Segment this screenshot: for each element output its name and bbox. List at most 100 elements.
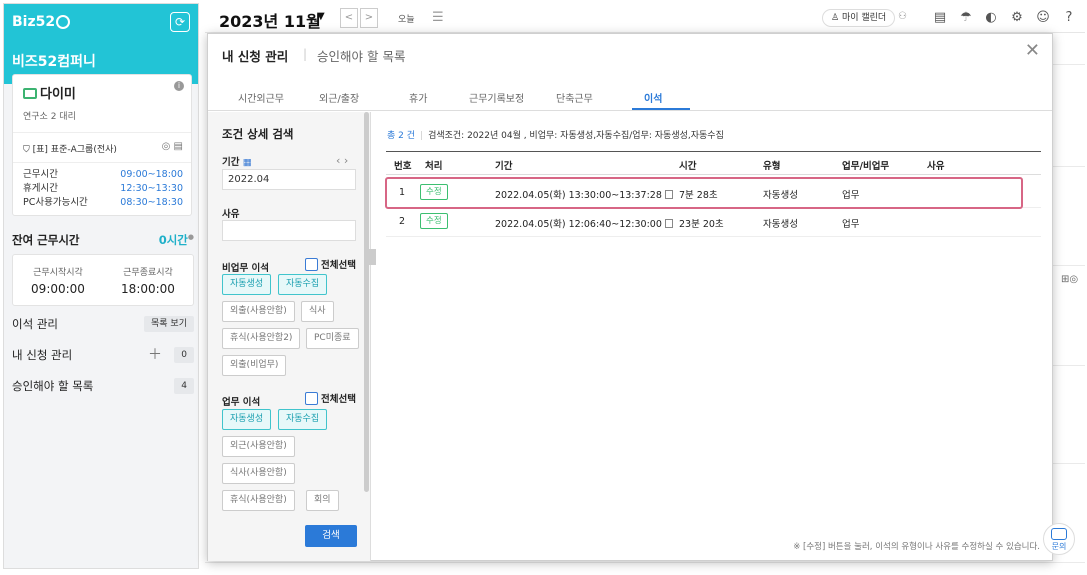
account-icon[interactable]: ☺ [1034, 9, 1052, 27]
row-time: 23분 20초 [679, 219, 724, 230]
user-name: 다이미 [40, 87, 76, 102]
edit-button[interactable]: 수정 [420, 213, 448, 229]
option-auto-created[interactable]: 자동생성 [222, 274, 272, 295]
table-header: 번호 처리 기간 시간 유형 업무/비업무 사유 [386, 151, 1041, 175]
today-button[interactable]: 오늘 [398, 12, 415, 25]
tab-outside-work[interactable]: 외근/출장 [319, 90, 359, 105]
prev-month-button[interactable]: < [340, 8, 358, 28]
checkbox[interactable] [305, 258, 318, 271]
calendar-toolbar: 2023년 11월 ▼ < > 오늘 ☰ ♙ 마이 캘린더 ⚇ ▤ ☂ ◐ ⚙ … [205, 3, 1085, 33]
checkbox[interactable] [305, 392, 318, 405]
tab-short-work[interactable]: 단축근무 [556, 90, 593, 105]
reason-input[interactable] [222, 220, 356, 241]
modal-title[interactable]: 내 신청 관리 [222, 46, 288, 65]
calendar-list-icon[interactable]: ▤ [931, 9, 949, 27]
filter-panel: 조건 상세 검색 기간 ▦ ‹ › 2022.04 사유 비업무 이석 전체선택… [208, 112, 371, 561]
tab-leave[interactable]: 이석 [644, 90, 662, 105]
option-auto-collected[interactable]: 자동수집 [278, 274, 328, 295]
company-name: 비즈52컴퍼니 [12, 54, 96, 70]
option-meeting[interactable]: 회의 [306, 490, 339, 511]
row-work-type: 업무 [842, 219, 860, 230]
gear-icon[interactable]: ⚙ [1008, 9, 1026, 27]
group-shield-icon: ⛉ [23, 145, 30, 155]
option-outing-non-work[interactable]: 외출(비업무) [222, 355, 287, 376]
search-conditions: 검색조건: 2022년 04월 , 비업무: 자동생성,자동수집/업무: 자동생… [428, 131, 724, 141]
end-time-label: 근무종료시각 [123, 268, 173, 278]
people-icon[interactable]: ⚇ [898, 11, 907, 22]
help-icon[interactable]: ? [1060, 9, 1078, 27]
user-card: 다이미 연구소 2 대리 i ⛉ [표] 표준-A그룹(전사) ◎ ▤ 근무시간… [12, 74, 192, 216]
app-logo[interactable]: Biz52 [12, 14, 71, 30]
search-button[interactable]: 검색 [305, 525, 357, 547]
month-title[interactable]: 2023년 11월 [219, 8, 321, 32]
option-pc-not-shutdown[interactable]: PC미종료 [306, 328, 359, 349]
option-auto-collected[interactable]: 자동수집 [278, 409, 328, 430]
work-select-all[interactable]: 전체선택 [305, 391, 356, 405]
search-summary: 총 2 건 | 검색조건: 2022년 04월 , 비업무: 자동생성,자동수집/업… [387, 131, 724, 141]
info-icon[interactable]: i [174, 81, 184, 91]
table-row[interactable]: 2 수정 2022.04.05(화) 12:06:40~12:30:00 23분… [386, 207, 1041, 237]
info-icon[interactable]: ● [188, 233, 194, 241]
option-meal[interactable]: 식사 [301, 301, 334, 322]
highlight-box [385, 177, 1023, 209]
sidebar: Biz52 ⟳ 비즈52컴퍼니 다이미 연구소 2 대리 i ⛉ [표] 표준-… [3, 3, 199, 569]
start-time-value: 09:00:00 [31, 282, 85, 296]
option-outing-unused[interactable]: 외출(사용안함) [222, 301, 295, 322]
add-icon[interactable]: ＋ [148, 345, 162, 365]
filter-title: 조건 상세 검색 [222, 127, 294, 141]
user-card-icon [23, 88, 37, 99]
row-type: 자동생성 [763, 219, 798, 230]
tab-vacation[interactable]: 휴가 [409, 90, 427, 105]
collapse-handle[interactable] [369, 249, 376, 265]
my-calendar-button[interactable]: ♙ 마이 캘린더 [822, 9, 896, 27]
col-time: 시간 [679, 161, 697, 172]
remaining-work-time: 잔여 근무시간 0시간● [12, 233, 194, 247]
period-nav[interactable]: ‹ › [336, 154, 348, 167]
panel-scrollbar[interactable] [364, 112, 369, 492]
calendar-icon: ▦ [242, 157, 252, 168]
option-outside-unused[interactable]: 외근(사용안함) [222, 436, 295, 457]
col-work-type: 업무/비업무 [842, 161, 890, 172]
approval-list-link[interactable]: 승인해야 할 목록 4 [12, 376, 194, 396]
leave-management-link[interactable]: 이석 관리 목록 보기 [12, 314, 194, 334]
my-request-link[interactable]: 내 신청 관리 ＋ 0 [12, 345, 194, 365]
approval-count: 4 [174, 378, 194, 394]
user-dept: 연구소 2 대리 [23, 112, 76, 122]
detail-icon[interactable] [664, 219, 673, 228]
tab-record-correction[interactable]: 근무기록보정 [469, 90, 524, 105]
col-no: 번호 [394, 161, 412, 172]
umbrella-icon[interactable]: ☂ [957, 9, 975, 27]
period-input[interactable]: 2022.04 [222, 169, 356, 190]
location-icon[interactable]: ◎ [162, 141, 171, 152]
request-modal: 내 신청 관리 | 승인해야 할 목록 ✕ 시간외근무 외근/출장 휴가 근무기… [207, 33, 1053, 561]
option-auto-created[interactable]: 자동생성 [222, 409, 272, 430]
tab-overtime[interactable]: 시간외근무 [238, 90, 284, 105]
active-tab-indicator [632, 108, 690, 110]
option-rest-unused2[interactable]: 휴식(사용안함2) [222, 328, 301, 349]
modal-title-secondary[interactable]: 승인해야 할 목록 [317, 46, 405, 65]
caret-down-icon[interactable]: ▼ [317, 11, 325, 22]
view-list-button[interactable]: 목록 보기 [144, 316, 194, 332]
end-time-value: 18:00:00 [121, 282, 175, 296]
expand-icon[interactable]: ⊞◎ [1061, 274, 1078, 285]
person-icon: ♙ [831, 13, 840, 23]
refresh-icon[interactable]: ⟳ [170, 12, 190, 32]
close-icon[interactable]: ✕ [1025, 40, 1040, 61]
next-month-button[interactable]: > [360, 8, 378, 28]
non-work-leave-label: 비업무 이석 [222, 263, 270, 274]
work-leave-label: 업무 이석 [222, 397, 261, 408]
tab-bar: 시간외근무 외근/출장 휴가 근무기록보정 단축근무 이석 [208, 86, 1052, 111]
chat-icon [1051, 528, 1067, 540]
title-divider: | [303, 47, 308, 61]
non-work-select-all[interactable]: 전체선택 [305, 257, 356, 271]
work-hours-row: 근무시간 09:00~18:00 [23, 169, 183, 180]
chart-icon[interactable]: ◐ [982, 9, 1000, 27]
document-icon[interactable]: ▤ [174, 141, 183, 152]
option-meal-unused[interactable]: 식사(사용안함) [222, 463, 295, 484]
remaining-value: 0시간 [158, 233, 188, 247]
inquiry-chat-button[interactable]: 문의 [1043, 523, 1075, 555]
option-rest-unused[interactable]: 휴식(사용안함) [222, 490, 295, 511]
col-type: 유형 [763, 161, 781, 172]
filter-icon[interactable]: ☰ [432, 10, 444, 25]
col-action: 처리 [425, 161, 443, 172]
